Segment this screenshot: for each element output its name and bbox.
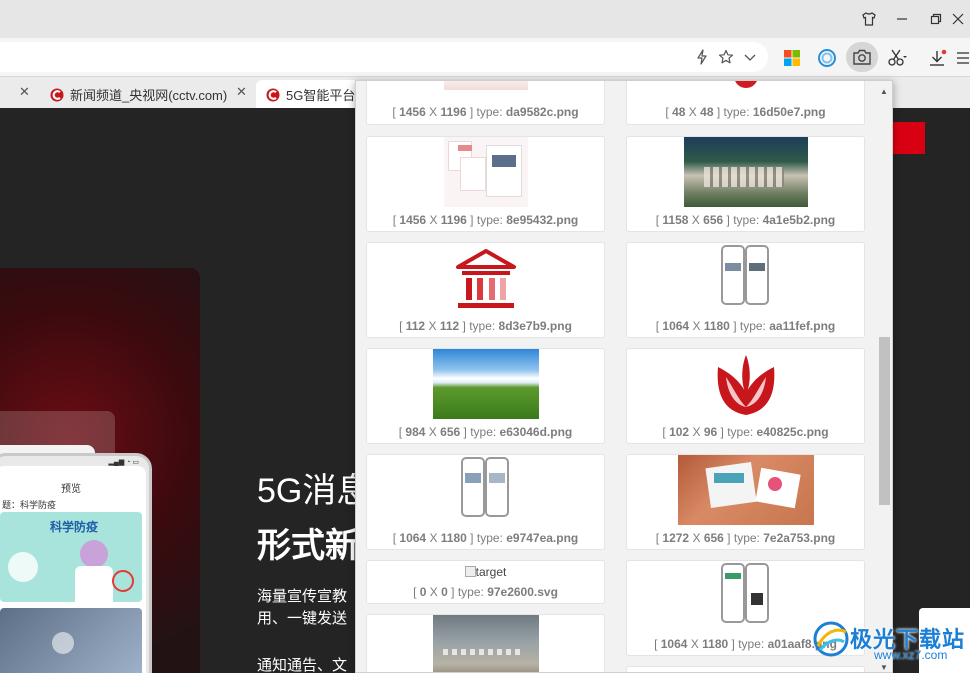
phone-banner-title: 科学防疫 xyxy=(50,520,99,534)
image-grid: [ 1456 X 1196 ] type: da9582c.png [ 48 X… xyxy=(356,81,876,672)
scrollbar-thumb[interactable] xyxy=(879,337,890,505)
no-sign-icon xyxy=(112,570,134,592)
image-thumbnail xyxy=(443,81,528,90)
image-caption: [ 1272 X 656 ] type: 7e2a753.png xyxy=(655,531,836,545)
shirt-skin-icon[interactable] xyxy=(857,8,881,30)
image-thumbnail xyxy=(432,349,539,419)
image-list-popup: [ 1456 X 1196 ] type: da9582c.png [ 48 X… xyxy=(355,80,893,673)
close-window-icon[interactable] xyxy=(946,8,970,30)
image-caption: [ 102 X 96 ] type: e40825c.png xyxy=(662,425,829,439)
phone-screen: 预览 题：科学防疫 科学防疫 xyxy=(0,466,146,673)
address-row xyxy=(0,38,970,76)
popup-scrollbar[interactable]: ▲ ▼ xyxy=(876,81,892,672)
image-item[interactable]: [ 984 X 656 ] type: e63046d.png xyxy=(366,348,605,444)
image-caption: [ 112 X 112 ] type: 8d3e7b9.png xyxy=(399,319,572,333)
image-thumbnail xyxy=(459,457,513,519)
close-tab-icon[interactable]: ✕ xyxy=(236,84,247,100)
lightning-icon[interactable] xyxy=(694,49,710,65)
tab-cctv-news[interactable]: 新闻频道_央视网(cctv.com) xyxy=(40,80,252,109)
phone-mockup: ▂▄▆ ◔ ▭ 预览 题：科学防疫 科学防疫 xyxy=(0,453,152,673)
image-item[interactable]: [ 48 X 48 ] type: 16d50e7.png xyxy=(626,81,865,125)
chevron-down-icon[interactable] xyxy=(742,49,758,65)
image-thumbnail xyxy=(443,137,528,207)
menu-icon[interactable] xyxy=(950,46,970,70)
hero-subtitle: 形式新 xyxy=(257,527,359,565)
cctv-logo-icon xyxy=(266,88,280,101)
hero-line: 通知通告、文 xyxy=(257,657,348,673)
restore-icon[interactable] xyxy=(924,8,948,30)
image-thumbnail xyxy=(432,615,539,672)
tab-5g-platform[interactable]: 5G智能平台_ xyxy=(256,80,366,109)
image-thumbnail xyxy=(719,245,773,307)
watermark-url: www.xz7.com xyxy=(874,648,948,662)
image-item[interactable]: [ 112 X 112 ] type: 8d3e7b9.png xyxy=(366,242,605,338)
broken-image-icon xyxy=(464,566,476,577)
doctor-body xyxy=(75,566,113,602)
image-thumbnail xyxy=(719,563,773,625)
scroll-up-arrow-icon[interactable]: ▲ xyxy=(880,87,888,96)
image-caption: [ 0 X 0 ] type: 97e2600.svg xyxy=(413,585,558,599)
image-item[interactable]: [ 1158 X 656 ] type: 4a1e5b2.png xyxy=(626,136,865,232)
hero-line: 海量宣传宣教 xyxy=(257,588,348,605)
image-item[interactable]: [ 1456 X 1196 ] type: da9582c.png xyxy=(366,81,605,125)
image-thumbnail xyxy=(733,81,758,90)
hero-line: 用、一键发送 xyxy=(257,610,348,627)
cctv-logo-icon xyxy=(50,88,64,101)
image-thumbnail xyxy=(683,137,808,207)
hero-title: 5G消息 xyxy=(257,472,371,510)
minimize-icon[interactable] xyxy=(890,8,914,30)
windows-apps-icon[interactable] xyxy=(779,46,805,70)
phone-title: 预览 xyxy=(61,484,81,495)
image-caption: [ 48 X 48 ] type: 16d50e7.png xyxy=(665,105,826,119)
image-caption: [ 1064 X 1180 ] type: e9747ea.png xyxy=(392,531,579,545)
doctor-figure xyxy=(80,540,108,568)
image-caption: [ 1456 X 1196 ] type: 8e95432.png xyxy=(392,213,579,227)
title-bar xyxy=(0,0,970,38)
image-caption: [ 1064 X 1180 ] type: aa11fef.png xyxy=(655,319,836,333)
tab-label: 新闻频道_央视网(cctv.com) xyxy=(70,88,228,103)
image-item[interactable]: [ 1064 X 1180 ] type: aa11fef.png xyxy=(626,242,865,338)
scissors-icon[interactable] xyxy=(884,46,910,70)
phone-status-icons: ▂▄▆ ◔ ▭ xyxy=(108,459,139,466)
image-item[interactable] xyxy=(366,614,605,672)
tab-label: 5G智能平台_ xyxy=(286,88,363,103)
hero-paragraph: 海量宣传宣教 用、一键发送 xyxy=(257,586,347,630)
star-bookmark-icon[interactable] xyxy=(718,49,734,65)
tulip-icon xyxy=(712,351,780,417)
hand-figure xyxy=(8,552,38,582)
image-item[interactable]: [ 1456 X 1196 ] type: 8e95432.png xyxy=(366,136,605,232)
image-item[interactable]: target [ 0 X 0 ] type: 97e2600.svg xyxy=(366,560,605,604)
image-item[interactable]: [ 1064 X 1180 ] type: e9747ea.png xyxy=(366,454,605,550)
image-caption: [ 1456 X 1196 ] type: da9582c.png xyxy=(392,105,579,119)
camera-icon[interactable] xyxy=(846,42,878,72)
image-thumbnail xyxy=(677,455,814,525)
phone-banner: 科学防疫 xyxy=(0,512,142,602)
phone-subject: 题：科学防疫 xyxy=(2,500,57,510)
phone-video-thumb[interactable] xyxy=(0,608,142,673)
image-caption: [ 984 X 656 ] type: e63046d.png xyxy=(398,425,573,439)
image-item[interactable]: [ 1272 X 656 ] type: 7e2a753.png xyxy=(626,454,865,550)
image-caption: [ 1158 X 656 ] type: 4a1e5b2.png xyxy=(655,213,836,227)
bank-building-icon xyxy=(454,247,518,311)
watermark: 极光下载站 www.xz7.com xyxy=(812,618,964,673)
address-bar[interactable] xyxy=(0,42,768,72)
ring-extension-icon[interactable] xyxy=(814,46,840,70)
close-tab-icon[interactable]: ✕ xyxy=(19,84,30,100)
download-icon[interactable] xyxy=(925,46,951,70)
image-item[interactable]: [ 102 X 96 ] type: e40825c.png xyxy=(626,348,865,444)
broken-image-alt: target xyxy=(367,565,604,579)
play-icon[interactable] xyxy=(52,632,74,654)
aurora-logo-icon xyxy=(813,621,849,657)
